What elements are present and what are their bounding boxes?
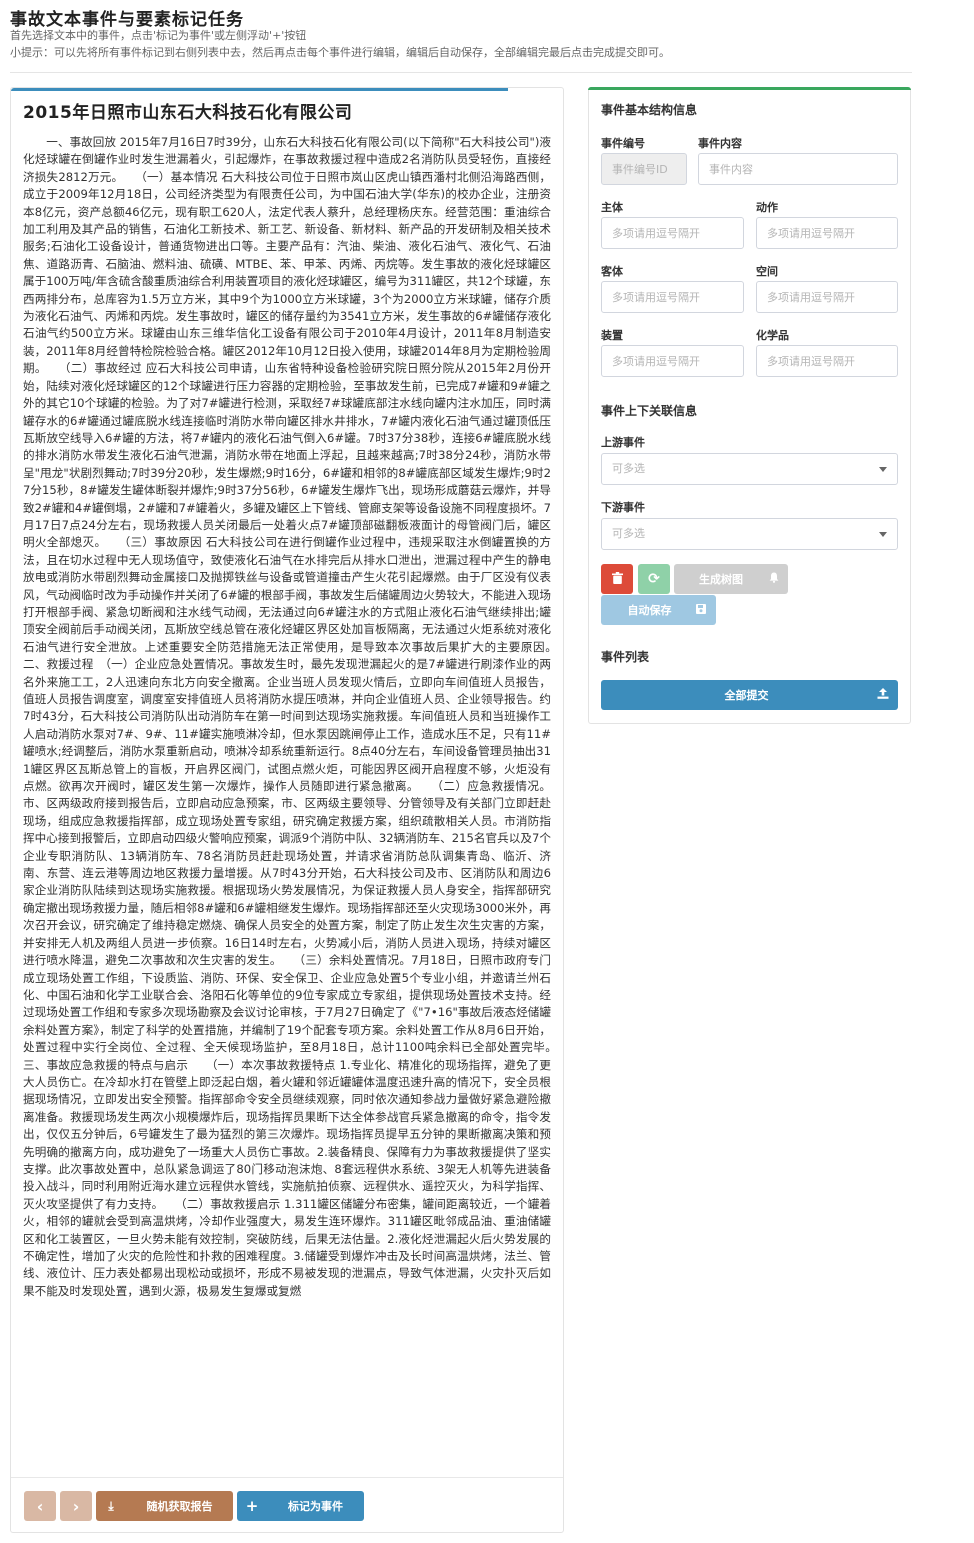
object-input[interactable] [601,281,744,313]
download-icon: ⤓ [108,1498,114,1513]
next-button[interactable]: › [60,1491,92,1521]
upstream-select[interactable]: 可多选 [601,453,898,485]
downstream-label: 下游事件 [601,501,645,514]
random-report-label: 随机获取报告 [146,1500,213,1513]
page-hints: 首先选择文本中的事件，点击'标记为事件'或左侧浮动'+'按钮 小提示：可以先将所… [10,27,670,61]
upstream-label: 上游事件 [601,436,645,449]
submit-all-button[interactable]: 全部提交 [601,680,898,710]
document-panel-accent [11,88,508,91]
mark-as-event-label: 标记为事件 [288,1500,343,1513]
generate-tree-button[interactable]: 生成树图 [674,564,788,594]
chemical-input[interactable] [756,345,898,377]
plus-icon: + [245,1497,259,1515]
event-content-input[interactable] [698,153,898,185]
trash-icon [611,571,623,587]
delete-event-button[interactable] [601,564,633,594]
downstream-placeholder: 可多选 [612,527,645,540]
event-editor-panel: 事件基本结构信息 事件编号 事件内容 主体 动作 客体 空间 装置 化学品 事件… [588,87,911,724]
event-id-input[interactable] [601,153,687,185]
caret-down-icon [879,467,887,472]
action-input[interactable] [756,217,898,249]
event-list-title: 事件列表 [601,650,650,664]
submit-all-label: 全部提交 [724,689,769,702]
prev-button[interactable]: ‹ [24,1491,56,1521]
event-id-label: 事件编号 [601,137,645,150]
device-label: 装置 [601,329,623,342]
hint-line-2: 小提示：可以先将所有事件标记到右侧列表中去，然后再点击每个事件进行编辑，编辑后自… [10,46,670,59]
object-label: 客体 [601,265,623,278]
save-icon [686,603,716,617]
upload-icon [868,688,898,702]
auto-save-button[interactable]: 自动保存 [601,595,716,625]
subject-input[interactable] [601,217,744,249]
generate-tree-label: 生成树图 [699,573,743,586]
relation-section-title: 事件上下关联信息 [601,404,698,418]
document-footer-divider [11,1477,563,1478]
chevron-right-icon: › [72,1496,80,1516]
action-label: 动作 [756,201,778,214]
event-content-label: 事件内容 [698,137,742,150]
chevron-left-icon: ‹ [36,1496,44,1516]
document-panel: 2015年日照市山东石大科技石化有限公司 一、事故回放 2015年7月16日7时… [10,87,564,1533]
subject-label: 主体 [601,201,623,214]
space-label: 空间 [756,265,778,278]
downstream-select[interactable]: 可多选 [601,518,898,550]
refresh-button[interactable]: ⟳ [638,564,670,594]
document-body[interactable]: 一、事故回放 2015年7月16日7时39分，山东石大科技石化有限公司(以下简称… [23,134,551,1466]
hint-line-1: 首先选择文本中的事件，点击'标记为事件'或左侧浮动'+'按钮 [10,29,307,42]
structure-section-title: 事件基本结构信息 [601,103,698,117]
document-title: 2015年日照市山东石大科技石化有限公司 [23,103,353,123]
event-editor-accent [588,87,911,90]
mark-as-event-button[interactable]: + 标记为事件 [237,1491,364,1521]
bell-icon [760,572,788,586]
random-report-button[interactable]: ⤓ 随机获取报告 [96,1491,233,1521]
refresh-icon: ⟳ [648,571,660,587]
chemical-label: 化学品 [756,329,789,342]
auto-save-label: 自动保存 [627,604,672,617]
space-input[interactable] [756,281,898,313]
upstream-placeholder: 可多选 [612,462,645,475]
top-divider [10,72,912,73]
caret-down-icon [879,532,887,537]
device-input[interactable] [601,345,744,377]
